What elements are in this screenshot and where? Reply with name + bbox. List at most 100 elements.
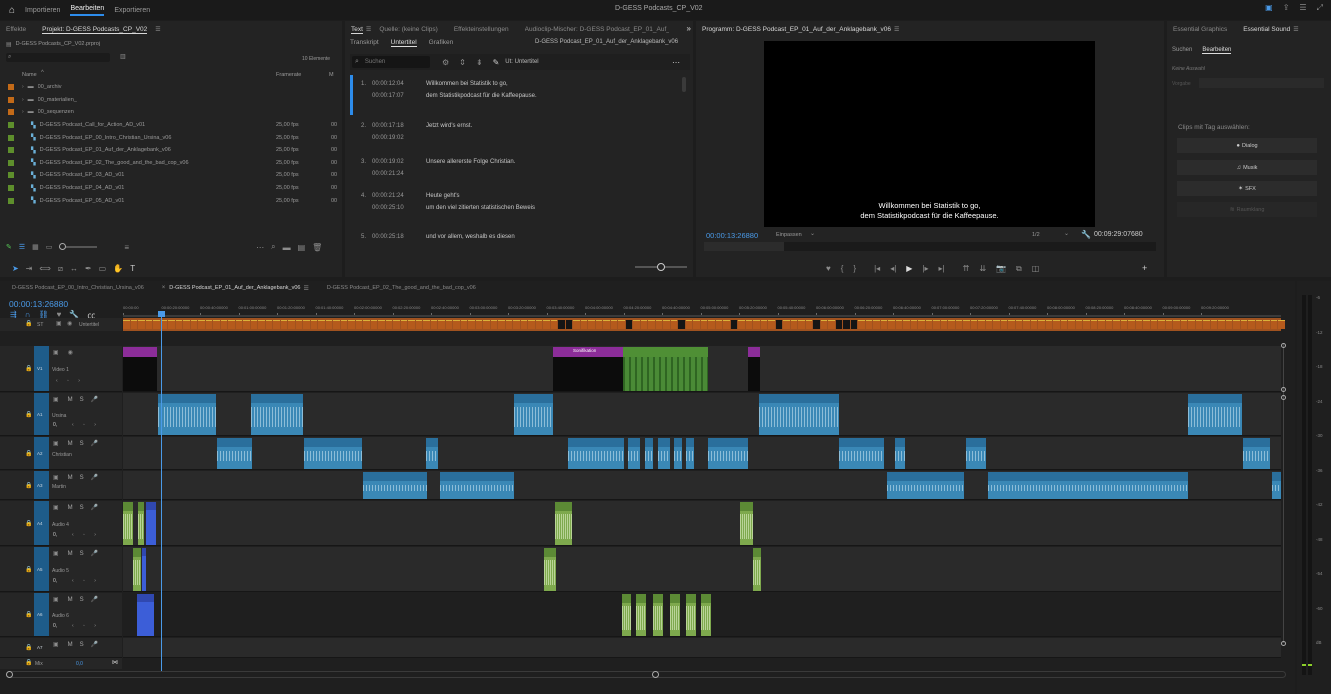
solo-button[interactable]: S (80, 505, 89, 511)
project-item[interactable]: › ▬ 00_sequenzen (6, 106, 336, 119)
column-m[interactable]: M (329, 72, 334, 78)
caption-block[interactable] (1248, 320, 1255, 329)
caption-block[interactable] (1128, 320, 1135, 329)
caption-block[interactable] (865, 320, 872, 329)
volume-value[interactable]: 0, (53, 532, 57, 538)
selection-tool-icon[interactable]: ➤ (12, 264, 19, 273)
subtitle-text-line-1[interactable]: Unsere allererste Folge Christian. (426, 159, 515, 165)
caption-block[interactable] (1270, 320, 1277, 329)
caption-block[interactable] (138, 320, 145, 329)
lock-icon[interactable]: 🔒 (25, 450, 32, 457)
add-marker-icon[interactable]: ♥ (826, 264, 831, 274)
caption-block[interactable] (1000, 320, 1007, 329)
solo-button[interactable]: S (80, 597, 89, 603)
timeline-playhead-handle[interactable] (158, 311, 165, 317)
caption-block[interactable] (1165, 320, 1172, 329)
caption-block[interactable] (363, 320, 370, 329)
tab-source[interactable]: Quelle: (keine Clips) (379, 26, 438, 33)
caption-block[interactable] (1053, 320, 1060, 329)
slip-tool-icon[interactable]: ↔ (70, 264, 78, 273)
caption-block[interactable] (873, 320, 880, 329)
audio-clip[interactable] (653, 594, 663, 636)
caption-block[interactable] (1158, 320, 1165, 329)
tab-effect-controls[interactable]: Effekteinstellungen (454, 26, 509, 33)
caption-block[interactable] (925, 320, 932, 329)
caption-block[interactable] (250, 320, 257, 329)
step-back-icon[interactable]: ◂| (890, 264, 896, 274)
audio-clip[interactable] (514, 394, 553, 435)
caption-block[interactable] (640, 320, 647, 329)
track-lane-a7[interactable] (123, 638, 1281, 658)
master-track-value[interactable]: 0,0 (76, 661, 83, 667)
caption-block[interactable] (813, 320, 820, 329)
fullscreen-icon[interactable]: ⤢ (1317, 3, 1323, 13)
caption-block[interactable] (415, 320, 422, 329)
caption-block[interactable] (1075, 320, 1082, 329)
audio-clip[interactable] (988, 472, 1188, 499)
caption-block[interactable] (528, 320, 535, 329)
audio-clip[interactable] (304, 438, 362, 469)
subtitle-in[interactable]: 00:00:17:18 (372, 123, 404, 129)
caption-block[interactable] (393, 320, 400, 329)
more-tabs-icon[interactable]: » (687, 24, 691, 33)
mute-button[interactable]: M (68, 551, 78, 557)
caption-block[interactable] (288, 320, 295, 329)
resolution-select[interactable]: 1/2 (1032, 232, 1040, 238)
mute-button[interactable]: M (68, 475, 78, 481)
mark-out-icon[interactable]: } (853, 264, 856, 274)
sync-lock-icon[interactable]: ▣ (53, 596, 64, 603)
panel-menu-icon[interactable]: ☰ (1299, 3, 1306, 13)
subtab-browse[interactable]: Suchen (1172, 47, 1192, 54)
audio-clip[interactable] (1188, 394, 1242, 435)
caption-block[interactable] (355, 320, 362, 329)
microphone-icon[interactable]: 🎤 (91, 440, 103, 447)
caption-block[interactable] (625, 320, 632, 329)
audio-clip[interactable] (622, 594, 631, 636)
audio-clip[interactable] (966, 438, 986, 469)
razor-tool-icon[interactable]: ⧄ (58, 264, 63, 274)
caption-block[interactable] (483, 320, 490, 329)
caption-block[interactable] (490, 320, 497, 329)
caption-block[interactable] (543, 320, 550, 329)
share-icon[interactable]: ⇪ (1283, 3, 1290, 13)
caption-block[interactable] (348, 320, 355, 329)
audio-clip[interactable] (1243, 438, 1270, 469)
trash-icon[interactable]: 🗑 (312, 243, 322, 252)
audio-clip[interactable] (658, 438, 670, 469)
comparison-view-icon[interactable]: ⧉ (1016, 264, 1022, 274)
caption-block[interactable] (775, 320, 782, 329)
audio-clip[interactable] (895, 438, 905, 469)
solo-button[interactable]: S (80, 475, 89, 481)
caption-block[interactable] (700, 320, 707, 329)
time-ruler[interactable]: 00:00:00 00:00:20:00000 00:00:40:00000 00:0… (123, 303, 1281, 317)
caption-block[interactable] (888, 320, 895, 329)
caption-block[interactable] (1105, 320, 1112, 329)
caption-block[interactable] (468, 320, 475, 329)
caption-block[interactable] (1135, 320, 1142, 329)
caption-block[interactable] (295, 320, 302, 329)
caption-block[interactable] (205, 320, 212, 329)
caption-block[interactable] (153, 320, 160, 329)
workspace-icon[interactable]: ▣ (1265, 3, 1273, 13)
track-name[interactable]: Ursina (52, 413, 66, 419)
sort-ascending-icon[interactable]: ^ (41, 70, 44, 76)
vscroll-handle-top[interactable] (1281, 343, 1286, 348)
caption-block[interactable] (453, 320, 460, 329)
chevron-right-icon[interactable]: › (22, 84, 24, 90)
wrench-icon[interactable]: 🔧 (1081, 230, 1091, 239)
project-item[interactable]: › ▬ 00_materialien_ (6, 94, 336, 107)
resolution-dropdown-icon[interactable]: ⌄ (1064, 230, 1069, 237)
caption-block[interactable] (558, 320, 565, 329)
caption-block[interactable] (850, 320, 857, 329)
more-options-icon[interactable]: ⋯ (672, 58, 680, 67)
caption-block[interactable] (723, 320, 730, 329)
project-item[interactable]: ▚ D-GESS Podcast_EP_04_AD_v01 25,00 fps 00 (6, 182, 337, 195)
caption-block[interactable] (648, 320, 655, 329)
subtitle-text-line-1[interactable]: Willkommen bei Statistik to go, (426, 81, 508, 87)
vr-icon[interactable]: ◫ (1032, 264, 1040, 274)
tab-text[interactable]: Text (351, 26, 363, 34)
audio-clip[interactable] (708, 438, 748, 469)
caption-block[interactable] (1233, 320, 1240, 329)
caption-block[interactable] (880, 320, 887, 329)
settings-icon[interactable]: ⚙ (442, 58, 449, 67)
